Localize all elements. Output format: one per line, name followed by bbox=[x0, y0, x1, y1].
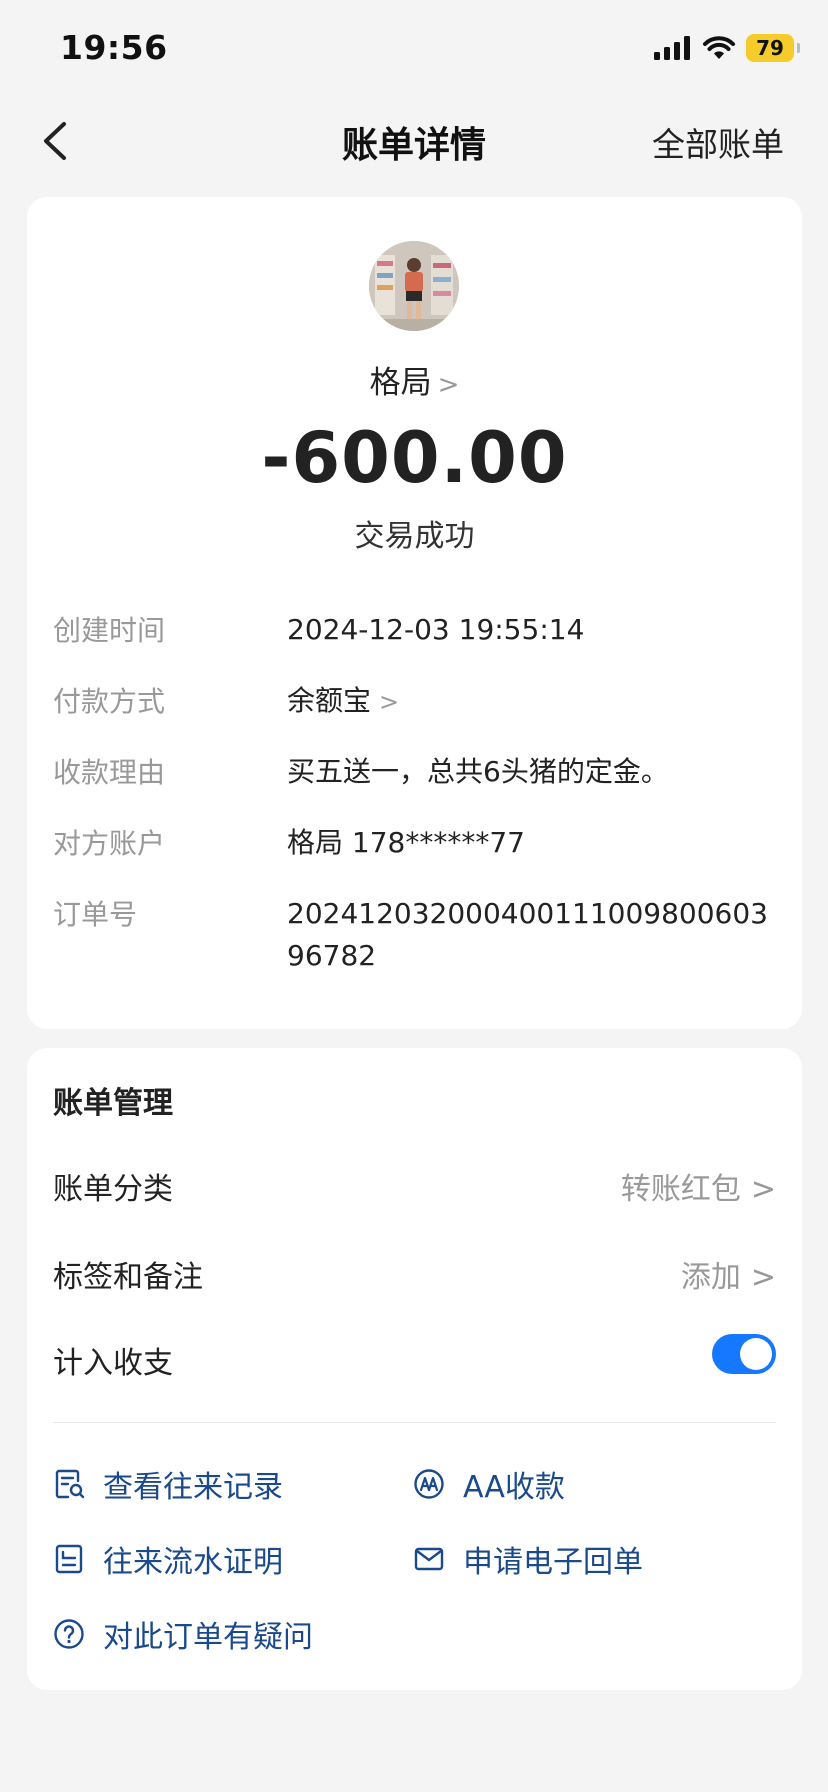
bill-management-card: 账单管理 账单分类 转账红包 > 标签和备注 添加 > 计入收支 查看往来记录 AA… bbox=[27, 1048, 802, 1690]
include-label: 计入收支 bbox=[53, 1346, 173, 1381]
payee-name-link[interactable]: 格局 > bbox=[27, 357, 802, 402]
flow-proof-button[interactable]: 往来流水证明 bbox=[53, 1537, 283, 1581]
avatar-photo bbox=[369, 241, 459, 331]
mail-icon bbox=[414, 1547, 444, 1571]
aa-collect-label: AA收款 bbox=[463, 1470, 565, 1505]
detail-value: 格局 178******77 bbox=[287, 826, 525, 859]
category-row[interactable]: 账单分类 转账红包 > bbox=[53, 1158, 776, 1208]
transaction-status: 交易成功 bbox=[354, 519, 475, 554]
e-receipt-button[interactable]: 申请电子回单 bbox=[413, 1537, 643, 1581]
question-label: 对此订单有疑问 bbox=[103, 1620, 313, 1655]
tags-add-link[interactable]: 添加 > bbox=[681, 1252, 776, 1296]
include-toggle[interactable] bbox=[712, 1334, 776, 1374]
detail-label: 订单号 bbox=[53, 898, 138, 931]
chevron-right-icon: > bbox=[379, 688, 400, 716]
transaction-amount: -600.00 bbox=[261, 417, 568, 499]
signal-icon bbox=[654, 36, 690, 60]
detail-label: 创建时间 bbox=[53, 614, 166, 647]
aa-collect-button[interactable]: AA收款 bbox=[413, 1462, 565, 1506]
wifi-icon bbox=[703, 36, 735, 59]
category-value-link[interactable]: 转账红包 > bbox=[621, 1164, 776, 1208]
chevron-right-icon: > bbox=[750, 1260, 776, 1295]
view-records-button[interactable]: 查看往来记录 bbox=[53, 1462, 283, 1506]
detail-value: 买五送一，总共6头猪的定金。 bbox=[287, 755, 669, 788]
detail-value: 20241203200040011100980060396782 bbox=[287, 897, 768, 972]
tags-label: 标签和备注 bbox=[53, 1260, 203, 1295]
status-bar: 19:56 79 bbox=[0, 0, 828, 96]
aa-icon bbox=[414, 1469, 444, 1499]
chevron-right-icon: > bbox=[437, 370, 460, 400]
tags-value: 添加 bbox=[680, 1260, 741, 1295]
payee-name: 格局 bbox=[369, 365, 432, 401]
view-records-label: 查看往来记录 bbox=[103, 1470, 283, 1505]
flow-proof-label: 往来流水证明 bbox=[103, 1545, 283, 1580]
section-title: 账单管理 bbox=[53, 1086, 173, 1121]
payment-method-value: 余额宝 bbox=[287, 684, 372, 717]
question-button[interactable]: 对此订单有疑问 bbox=[53, 1612, 313, 1656]
status-time: 19:56 bbox=[60, 28, 168, 67]
battery-level: 79 bbox=[756, 36, 784, 60]
record-search-icon bbox=[55, 1469, 85, 1499]
document-icon bbox=[55, 1544, 83, 1574]
tags-row[interactable]: 标签和备注 添加 > bbox=[53, 1246, 776, 1296]
toggle-knob bbox=[740, 1338, 772, 1370]
question-icon bbox=[54, 1619, 84, 1649]
detail-value-link[interactable]: 余额宝 > bbox=[287, 680, 776, 723]
detail-label: 付款方式 bbox=[53, 685, 166, 718]
chevron-right-icon: > bbox=[750, 1172, 776, 1207]
detail-label: 对方账户 bbox=[53, 827, 166, 860]
status-icons: 79 bbox=[654, 34, 800, 62]
divider bbox=[53, 1422, 776, 1423]
category-label: 账单分类 bbox=[53, 1172, 173, 1207]
detail-label: 收款理由 bbox=[53, 756, 166, 789]
include-row: 计入收支 bbox=[53, 1332, 776, 1382]
nav-bar: 账单详情 全部账单 bbox=[0, 96, 828, 186]
detail-value: 2024-12-03 19:55:14 bbox=[287, 613, 585, 646]
battery-indicator: 79 bbox=[746, 34, 800, 62]
all-bills-link[interactable]: 全部账单 bbox=[652, 118, 784, 166]
transaction-card: 格局 > -600.00 交易成功 创建时间 2024-12-03 19:55:1… bbox=[27, 197, 802, 1029]
payee-avatar[interactable] bbox=[369, 241, 459, 331]
category-value: 转账红包 bbox=[620, 1172, 741, 1207]
e-receipt-label: 申请电子回单 bbox=[463, 1545, 643, 1580]
